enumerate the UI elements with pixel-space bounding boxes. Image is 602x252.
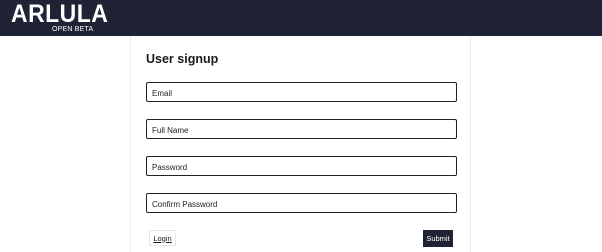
confirm-password-field[interactable] bbox=[147, 195, 456, 214]
email-field[interactable] bbox=[147, 84, 456, 103]
top-navigation-bar: ARLULA OPEN BETA bbox=[0, 0, 602, 36]
logo-subtext: OPEN BETA bbox=[52, 26, 94, 33]
submit-button[interactable]: Submit bbox=[423, 230, 453, 247]
signup-card bbox=[130, 36, 471, 252]
full-name-field-wrapper bbox=[146, 119, 457, 140]
email-field-wrapper bbox=[146, 82, 457, 103]
logo-text: ARLULA bbox=[11, 0, 109, 28]
confirm-password-field-wrapper bbox=[146, 193, 457, 214]
arlula-logo[interactable]: ARLULA OPEN BETA bbox=[11, 0, 117, 33]
password-field[interactable] bbox=[147, 158, 456, 177]
full-name-field[interactable] bbox=[147, 121, 456, 140]
login-button[interactable]: Login bbox=[149, 230, 176, 246]
page-title: User signup bbox=[146, 52, 219, 66]
password-field-wrapper bbox=[146, 156, 457, 177]
